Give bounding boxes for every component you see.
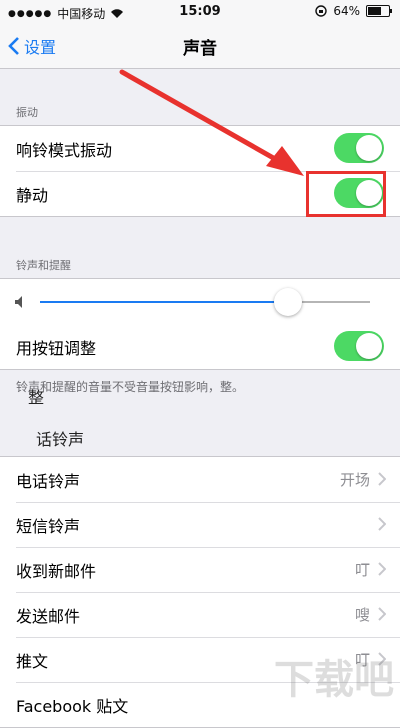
list-item-label: 发送邮件 xyxy=(16,606,81,626)
speaker-low-icon xyxy=(15,296,22,308)
ring-vibrate-row: 响铃模式振动 xyxy=(0,126,400,171)
chevron-right-icon xyxy=(378,607,386,621)
annotation-highlight-box xyxy=(306,171,386,217)
chevron-right-icon xyxy=(378,472,386,486)
toggle-knob xyxy=(356,333,382,359)
list-item-ringtone[interactable]: 电话铃声 开场 xyxy=(0,457,400,502)
list-item-value: 叮 xyxy=(354,561,370,579)
page-title: 声音 xyxy=(183,39,217,59)
navigation-bar: 设置 声音 xyxy=(0,24,400,69)
volume-slider[interactable] xyxy=(40,288,370,316)
volume-slider-fill xyxy=(40,301,288,303)
overlay-text-fragment: 话铃声 xyxy=(36,430,85,449)
list-item-label: 短信铃声 xyxy=(16,516,81,536)
volume-slider-row xyxy=(0,279,400,324)
toggle-knob xyxy=(356,135,382,161)
ringer-footnote: 铃声和提醒的音量不受音量按钮影响，整。 xyxy=(16,380,245,394)
chevron-right-icon xyxy=(378,517,386,531)
list-item-sent-mail[interactable]: 发送邮件 嗖 xyxy=(0,592,400,637)
list-item-value: 嗖 xyxy=(354,606,370,624)
orientation-lock-icon xyxy=(315,5,328,17)
overlay-text-fragment: 整 xyxy=(28,388,45,407)
list-item-text-tone[interactable]: 短信铃声 xyxy=(0,502,400,547)
section-header-vibration: 振动 xyxy=(16,106,38,119)
status-bar: ●●●●● 中国移动 15:09 64% xyxy=(0,0,400,24)
change-with-buttons-toggle[interactable] xyxy=(334,331,384,361)
battery-fill xyxy=(368,7,381,15)
list-item-value: 开场 xyxy=(339,471,370,489)
ringer-group: 用按钮调整 xyxy=(0,278,400,370)
chevron-right-icon xyxy=(378,562,386,576)
watermark-logo: 下载吧 xyxy=(274,657,394,703)
battery-percent: 64% xyxy=(333,4,360,18)
ring-vibrate-toggle[interactable] xyxy=(334,133,384,163)
volume-slider-thumb[interactable] xyxy=(273,288,302,316)
section-header-ringer: 铃声和提醒 xyxy=(16,259,71,272)
list-item-label: 收到新邮件 xyxy=(16,561,97,581)
list-item-new-mail[interactable]: 收到新邮件 叮 xyxy=(0,547,400,592)
battery-icon xyxy=(366,5,392,17)
change-with-buttons-row: 用按钮调整 xyxy=(0,324,400,369)
